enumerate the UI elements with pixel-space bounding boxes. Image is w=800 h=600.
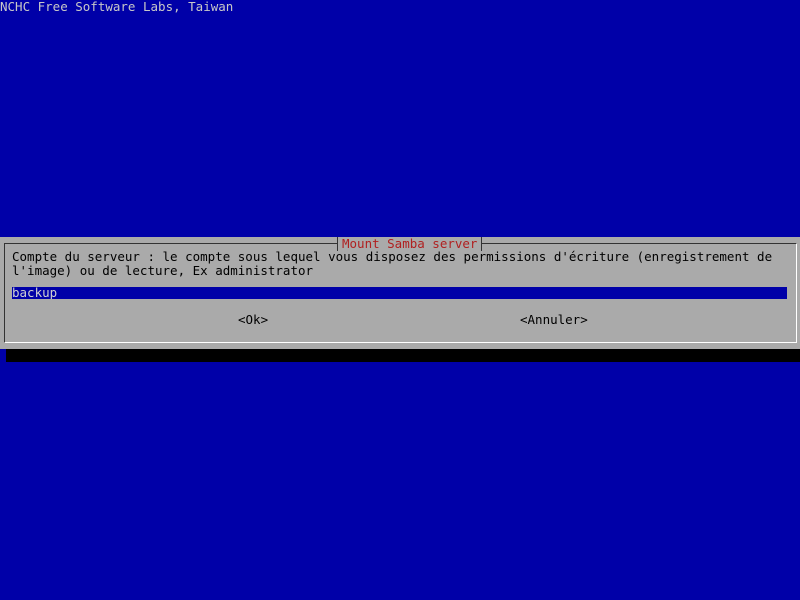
backtitle: NCHC Free Software Labs, Taiwan: [0, 0, 234, 14]
account-input[interactable]: backup__________________________________…: [12, 287, 787, 299]
mount-samba-dialog: Mount Samba server Compte du serveur : l…: [0, 237, 800, 349]
dialog-message: Compte du serveur : le compte sous leque…: [12, 249, 780, 278]
account-input-value[interactable]: backup: [12, 287, 58, 299]
dialog-shadow: [6, 349, 800, 362]
input-fill: ________________________________________…: [57, 287, 787, 299]
cancel-button[interactable]: <Annuler>: [520, 313, 588, 327]
ok-button[interactable]: <Ok>: [238, 313, 268, 327]
